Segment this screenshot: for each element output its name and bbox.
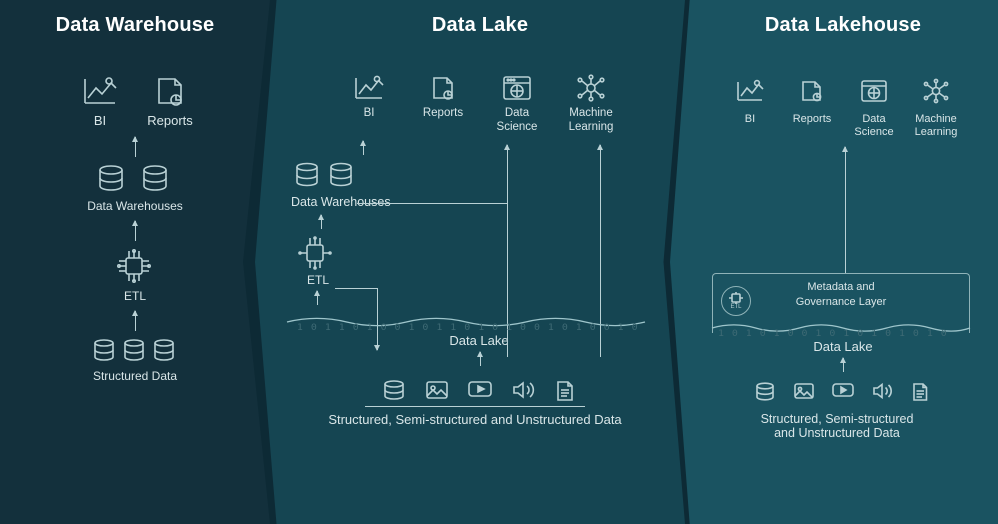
lakehouse-lake-label: Data Lake xyxy=(670,339,998,354)
ml-label: Machine Learning xyxy=(569,107,614,135)
ml-block: Machine Learning xyxy=(910,73,962,139)
title-data-lake: Data Lake xyxy=(255,14,685,37)
report-page-icon xyxy=(150,73,190,109)
bi-block: BI xyxy=(345,73,393,135)
bi-label: BI xyxy=(745,113,755,126)
lake-etl-label: ETL xyxy=(255,273,685,287)
warehouse-source-label: Structured Data xyxy=(0,369,270,383)
datascience-block: Data Science xyxy=(848,73,900,139)
lake-source-label: Structured, Semi-structured and Unstruct… xyxy=(255,412,685,427)
arrow-icon xyxy=(135,221,136,241)
reports-label: Reports xyxy=(793,113,832,126)
video-icon xyxy=(467,380,493,400)
column-data-lake: Data Lake BI Reports Data Science xyxy=(255,0,685,524)
warehouse-etl-label: ETL xyxy=(0,289,270,303)
report-page-icon xyxy=(792,73,832,109)
globe-window-icon xyxy=(854,73,894,109)
svg-text:1 0 1 0 1 0 0 1 0 1 0 1 0 1 0: 1 0 1 0 1 0 0 1 0 1 0 1 0 1 0 1 0 xyxy=(718,328,948,338)
bi-block: BI xyxy=(724,73,776,139)
reports-block: Reports xyxy=(419,73,467,135)
connector-line xyxy=(365,406,585,407)
report-page-icon xyxy=(426,73,460,103)
arrow-icon xyxy=(480,352,481,366)
etl-badge: ETL xyxy=(721,286,751,316)
etl-chip-icon xyxy=(297,237,335,271)
warehouse-source-row xyxy=(0,339,270,365)
wave-divider: 1 0 1 1 0 1 0 0 1 0 1 1 0 1 0 1 0 0 1 0 … xyxy=(287,313,645,331)
title-data-lakehouse: Data Lakehouse xyxy=(670,14,998,37)
database-icon xyxy=(142,165,172,195)
database-icon xyxy=(98,165,128,195)
datascience-block: Data Science xyxy=(493,73,541,135)
arrow-icon xyxy=(843,358,844,372)
etl-badge-label: ETL xyxy=(730,304,741,310)
column-data-warehouse: Data Warehouse BI Reports xyxy=(0,0,270,524)
lakehouse-source-icons xyxy=(670,382,998,404)
bi-chart-icon xyxy=(352,73,386,103)
column-data-lakehouse: Data Lakehouse BI Reports Data Science M… xyxy=(670,0,998,524)
arrow-icon xyxy=(135,137,136,157)
ds-label: Data Science xyxy=(854,113,893,139)
audio-icon xyxy=(871,382,895,402)
arrow-icon xyxy=(317,291,318,305)
neural-network-icon xyxy=(916,73,956,109)
ml-block: Machine Learning xyxy=(567,73,615,135)
metadata-label: Metadata and Governance Layer xyxy=(721,280,961,309)
lake-source-icons xyxy=(255,380,685,404)
warehouse-etl-row xyxy=(0,249,270,285)
lakehouse-source-label: Structured, Semi-structured and Unstruct… xyxy=(670,412,998,440)
reports-label: Reports xyxy=(423,107,463,121)
database-icon xyxy=(383,380,407,404)
neural-network-icon xyxy=(574,73,608,103)
bi-block: BI xyxy=(72,73,128,129)
bi-chart-icon xyxy=(80,73,120,109)
database-icon xyxy=(755,382,777,404)
lakehouse-top-row: BI Reports Data Science Machine Learning xyxy=(670,73,998,139)
lake-lake-label: Data Lake xyxy=(255,333,685,348)
document-icon xyxy=(911,382,931,404)
arrow-icon xyxy=(363,141,364,155)
ds-label: Data Science xyxy=(497,107,538,135)
connector-line xyxy=(357,203,507,204)
database-icon xyxy=(329,163,355,191)
warehouse-top-row: BI Reports xyxy=(0,73,270,129)
wave-divider: 1 0 1 0 1 0 0 1 0 1 0 1 0 1 0 1 0 xyxy=(712,319,970,337)
lake-etl-row xyxy=(255,237,685,271)
reports-block: Reports xyxy=(142,73,198,129)
video-icon xyxy=(831,382,855,400)
lake-dw-row xyxy=(255,163,685,191)
image-icon xyxy=(793,382,815,402)
bi-label: BI xyxy=(94,113,106,129)
image-icon xyxy=(425,380,449,402)
title-data-warehouse: Data Warehouse xyxy=(0,14,270,37)
svg-text:1 0 1 1 0 1 0 0 1 0 1 1 0 1 0: 1 0 1 1 0 1 0 0 1 0 1 1 0 1 0 1 0 0 1 0 … xyxy=(297,322,639,332)
reports-label: Reports xyxy=(147,113,193,129)
reports-block: Reports xyxy=(786,73,838,139)
arrow-icon xyxy=(135,311,136,331)
globe-window-icon xyxy=(500,73,534,103)
etl-chip-icon xyxy=(115,249,155,285)
audio-icon xyxy=(511,380,537,402)
warehouse-dw-label: Data Warehouses xyxy=(0,199,270,213)
connector-line xyxy=(845,147,846,273)
bi-label: BI xyxy=(364,107,375,121)
lake-top-row: BI Reports Data Science Machine Learning xyxy=(255,73,685,135)
database-icon xyxy=(295,163,321,191)
arrow-icon xyxy=(321,215,322,229)
connector-line xyxy=(335,288,377,289)
document-icon xyxy=(555,380,577,404)
database-icon xyxy=(123,339,147,365)
database-icon xyxy=(153,339,177,365)
ml-label: Machine Learning xyxy=(915,113,958,139)
lake-dw-label: Data Warehouses xyxy=(255,195,685,209)
database-icon xyxy=(93,339,117,365)
warehouse-dw-row xyxy=(0,165,270,195)
bi-chart-icon xyxy=(730,73,770,109)
